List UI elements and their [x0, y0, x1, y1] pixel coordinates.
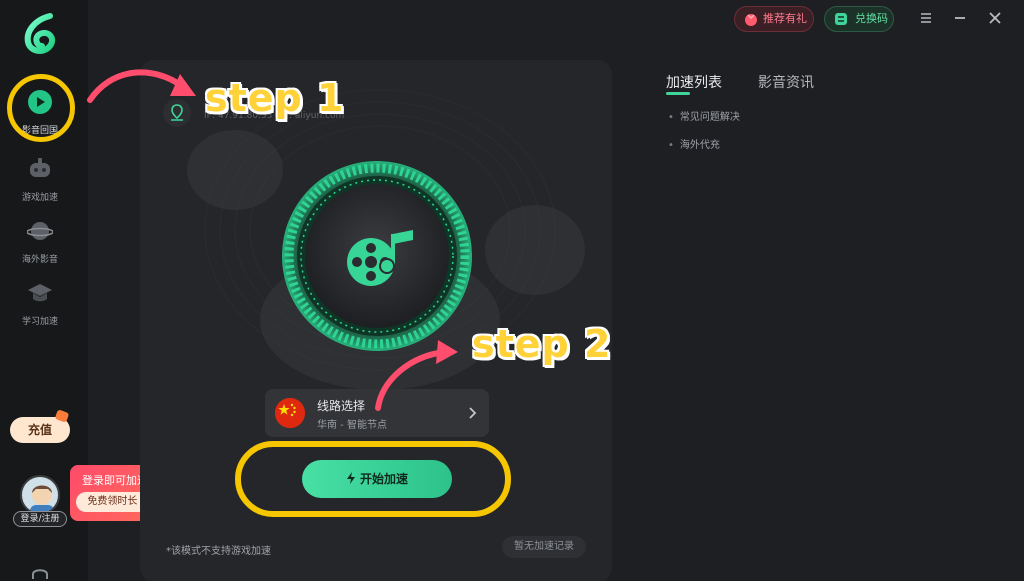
tab-media-news[interactable]: 影音资讯 [758, 72, 814, 92]
chevron-right-icon [469, 407, 477, 419]
gift-icon [745, 14, 757, 26]
redeem-icon [835, 13, 847, 25]
sidebar-item-label: 游戏加速 [21, 193, 58, 203]
route-title: 线路选择 [317, 399, 366, 413]
sidebar-item-label: 学习加速 [21, 317, 58, 327]
headset-icon[interactable] [31, 565, 49, 581]
avatar[interactable] [20, 475, 60, 515]
tab-accelerate-list[interactable]: 加速列表 [666, 72, 722, 92]
mode-note: *该模式不支持游戏加速 [166, 546, 271, 557]
redeem-code-label: 兑换码 [855, 12, 888, 25]
close-icon[interactable] [987, 10, 1003, 26]
accelerate-disc[interactable] [281, 160, 473, 352]
redeem-code-button[interactable]: 兑换码 [824, 6, 894, 32]
highlight-pill [235, 441, 511, 517]
graduation-cap-icon [28, 284, 52, 302]
sidebar-item-label: 海外影音 [21, 255, 58, 265]
login-promo-title: 登录即可加速 [82, 474, 148, 487]
route-selector[interactable]: 线路选择 华南 - 智能节点 [265, 389, 489, 437]
highlight-ring [7, 74, 75, 142]
minimize-icon[interactable] [952, 10, 968, 26]
login-register-link[interactable]: 登录/注册 [13, 511, 67, 527]
accelerate-list: 常见问题解决 海外代充 [668, 110, 740, 166]
sidebar-item-game-boost[interactable]: 游戏加速 [0, 156, 80, 203]
tab-active-indicator [666, 92, 690, 95]
logo-icon [24, 13, 56, 54]
recommend-reward-label: 推荐有礼 [763, 12, 807, 25]
list-item[interactable]: 常见问题解决 [668, 110, 740, 138]
history-button[interactable]: 暂无加速记录 [502, 536, 586, 558]
sidebar-item-study-boost[interactable]: 学习加速 [0, 280, 80, 327]
menu-icon[interactable] [918, 10, 934, 26]
route-node: 华南 - 智能节点 [317, 420, 387, 431]
planet-icon [26, 222, 54, 240]
step-2-label: step 2 [472, 322, 612, 366]
sidebar-item-overseas-media[interactable]: 海外影音 [0, 218, 80, 265]
location-icon [163, 99, 191, 127]
list-item[interactable]: 海外代充 [668, 138, 740, 166]
step-1-label: step 1 [205, 76, 345, 120]
china-flag-icon [275, 398, 305, 428]
accelerator-panel: IP: 47.91.80.53 ISP: aliyun.com 线路选择 华南 … [140, 60, 612, 581]
recommend-reward-button[interactable]: 推荐有礼 [734, 6, 814, 32]
avatar-icon [30, 485, 54, 513]
gamepad-icon [30, 158, 50, 177]
